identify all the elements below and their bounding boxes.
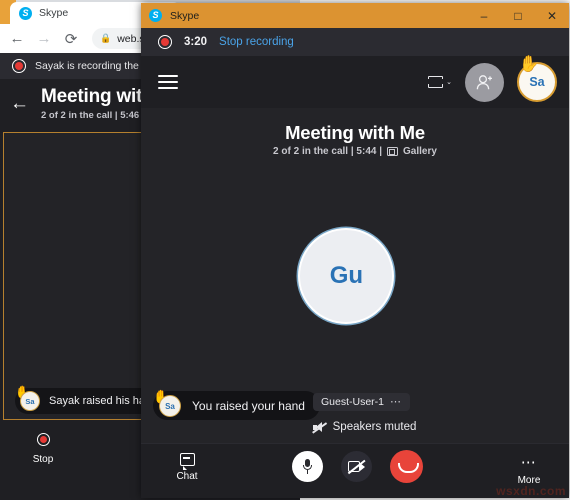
raised-hand-toast: ✋ Sa You raised your hand xyxy=(153,390,320,420)
call-topbar: ⌄ Sa ✋ xyxy=(141,56,569,108)
window-controls: – □ ✕ xyxy=(467,3,569,28)
background-meeting-title: Meeting wit xyxy=(41,85,143,107)
recording-banner: 3:20 Stop recording xyxy=(141,28,569,56)
record-icon xyxy=(12,59,26,73)
avatar-initials: Sa xyxy=(20,391,40,411)
background-meeting-subtitle: 2 of 2 in the call | 5:46 | xyxy=(41,109,145,121)
background-stop-label: Stop xyxy=(32,454,54,465)
maximize-button[interactable]: □ xyxy=(501,3,535,28)
more-icon: ⋯ xyxy=(520,454,538,471)
end-call-button[interactable] xyxy=(389,450,423,483)
stop-record-icon xyxy=(36,433,50,446)
avatar-initials: Sa xyxy=(159,395,181,417)
participant-name-chip[interactable]: Guest-User-1 ⋯ xyxy=(313,393,411,411)
close-button[interactable]: ✕ xyxy=(535,3,569,28)
minimize-button[interactable]: – xyxy=(467,3,501,28)
browser-tab-label: Skype xyxy=(39,7,69,19)
speakers-muted-status: Speakers muted xyxy=(141,421,569,433)
meeting-subtitle: 2 of 2 in the call | 5:44 | Gallery xyxy=(141,146,569,157)
my-avatar[interactable]: Sa ✋ xyxy=(517,57,557,102)
skype-logo-icon: S xyxy=(19,6,32,20)
watermark: wsxdn.com xyxy=(496,484,566,498)
forward-icon[interactable]: → xyxy=(32,27,56,51)
recording-elapsed: 3:20 xyxy=(184,36,208,48)
participant-name: Guest-User-1 xyxy=(321,396,385,408)
overflow-menu-icon[interactable]: ⋯ xyxy=(390,396,402,408)
raised-hand-icon: ✋ xyxy=(519,56,539,73)
record-icon xyxy=(158,35,172,49)
skype-logo-icon: S xyxy=(149,9,162,22)
stop-recording-link[interactable]: Stop recording xyxy=(219,36,294,48)
speaker-muted-icon xyxy=(311,421,327,433)
gallery-layout-icon xyxy=(427,76,444,88)
gallery-layout-button[interactable]: ⌄ xyxy=(427,76,452,88)
hamburger-icon[interactable] xyxy=(158,75,178,89)
add-person-button[interactable] xyxy=(465,62,504,102)
background-stop-recording-button[interactable]: Stop xyxy=(26,433,60,465)
toast-text: You raised your hand xyxy=(192,398,305,413)
window-titlebar[interactable]: S Skype – □ ✕ xyxy=(141,3,569,28)
meeting-subtitle-text: 2 of 2 in the call | 5:44 | xyxy=(273,146,383,157)
back-icon[interactable]: ← xyxy=(5,27,29,51)
speakers-muted-text: Speakers muted xyxy=(332,421,417,433)
background-recording-text: Sayak is recording the xyxy=(35,60,139,72)
add-person-icon xyxy=(476,74,492,89)
meeting-subtitle-view: Gallery xyxy=(403,146,437,157)
camera-button[interactable] xyxy=(340,451,372,482)
meeting-title: Meeting with Me xyxy=(285,122,425,143)
gallery-layout-icon xyxy=(387,147,399,156)
microphone-icon xyxy=(302,459,312,474)
back-arrow-icon[interactable]: ← xyxy=(10,94,29,113)
avatar: ✋ Sa xyxy=(15,386,45,414)
more-button[interactable]: ⋯ More xyxy=(503,451,555,486)
chevron-down-icon: ⌄ xyxy=(446,79,452,86)
camera-off-icon xyxy=(347,459,365,474)
microphone-button[interactable] xyxy=(291,451,323,482)
avatar: ✋ Sa xyxy=(153,390,187,420)
video-stage: Meeting with Me 2 of 2 in the call | 5:4… xyxy=(141,108,569,443)
window-title: Skype xyxy=(170,9,200,22)
participant-avatar[interactable]: Gu xyxy=(298,227,395,324)
reload-icon[interactable]: ⟳ xyxy=(59,27,83,51)
lock-icon: 🔒 xyxy=(100,33,112,43)
screenshot-root: S Skype ← → ⟳ 🔒 web.skyp Sayak is record… xyxy=(0,0,570,500)
end-call-icon xyxy=(398,462,415,471)
skype-call-window: S Skype – □ ✕ 3:20 Stop recording ⌄ Sa ✋… xyxy=(141,3,569,498)
